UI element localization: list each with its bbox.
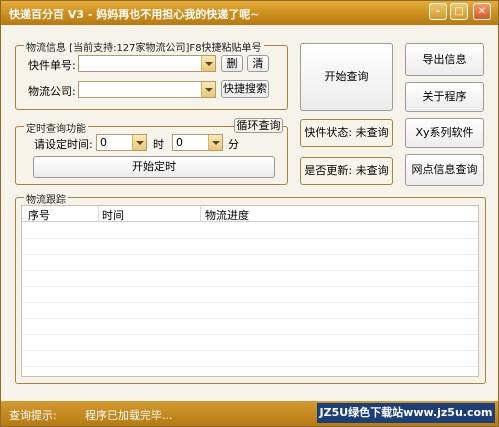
maximize-button[interactable]: □ <box>450 3 468 20</box>
express-status: 快件状态: 未查询 <box>300 119 393 147</box>
timer-group: 定时查询功能 循环查询 请设定时间: 0 时 0 分 开始定时 <box>15 118 288 185</box>
hour-unit-label: 时 <box>153 138 164 151</box>
chevron-down-icon[interactable] <box>201 56 215 71</box>
about-button[interactable]: 关于程序 <box>405 82 484 112</box>
status-bar: 查询提示: 程序已加载完毕... JZ5U绿色下载站www.jz5u.com <box>1 401 498 426</box>
grid-line <box>22 350 478 351</box>
company-combo[interactable] <box>78 81 216 98</box>
start-timer-button[interactable]: 开始定时 <box>33 156 275 178</box>
export-info-button[interactable]: 导出信息 <box>405 43 484 76</box>
minimize-button[interactable]: – <box>429 3 447 20</box>
tracking-group-legend: 物流跟踪 <box>24 191 68 206</box>
tracking-number-label: 快件单号: <box>28 59 76 72</box>
timer-group-legend: 定时查询功能 <box>24 120 88 135</box>
table-header: 序号 时间 物流进度 <box>22 206 478 222</box>
grid-line <box>22 366 478 367</box>
status-label: 查询提示: <box>9 409 57 422</box>
grid-line <box>22 270 478 271</box>
grid-line <box>22 254 478 255</box>
tracking-table[interactable]: 序号 时间 物流进度 <box>21 205 479 377</box>
info-group: 物流信息 [当前支持:127家物流公司]F8快捷粘贴单号 快件单号: 删 清 物… <box>15 39 288 110</box>
column-header-time[interactable]: 时间 <box>102 207 124 223</box>
minute-value: 0 <box>176 136 183 149</box>
outlet-query-button[interactable]: 网点信息查询 <box>405 154 484 186</box>
grid-line <box>22 286 478 287</box>
main-window: 快递百分百 V3 - 妈妈再也不用担心我的快递了呢~ – □ ✕ 物流信息 [当… <box>0 0 499 427</box>
grid-line <box>22 318 478 319</box>
site-watermark: JZ5U绿色下载站www.jz5u.com <box>317 403 495 423</box>
loop-query-button[interactable]: 循环查询 <box>234 118 283 133</box>
start-query-button[interactable]: 开始查询 <box>300 43 393 111</box>
clear-button[interactable]: 清 <box>247 55 269 72</box>
title-bar[interactable]: 快递百分百 V3 - 妈妈再也不用担心我的快递了呢~ – □ ✕ <box>1 1 498 25</box>
minute-combo[interactable]: 0 <box>172 134 223 151</box>
chevron-down-icon[interactable] <box>201 82 215 97</box>
chevron-down-icon[interactable] <box>208 135 222 150</box>
xy-series-button[interactable]: Xy系列软件 <box>405 118 484 148</box>
chevron-down-icon[interactable] <box>132 135 146 150</box>
grid-line <box>22 334 478 335</box>
minute-unit-label: 分 <box>228 138 239 151</box>
info-group-legend: 物流信息 [当前支持:127家物流公司]F8快捷粘贴单号 <box>24 39 264 54</box>
column-header-progress[interactable]: 物流进度 <box>205 207 249 223</box>
status-message: 程序已加载完毕... <box>85 409 173 422</box>
close-button[interactable]: ✕ <box>473 3 491 20</box>
window-title: 快递百分百 V3 - 妈妈再也不用担心我的快递了呢~ <box>9 8 260 21</box>
grid-line <box>22 302 478 303</box>
company-label: 物流公司: <box>28 85 76 98</box>
tracking-number-combo[interactable] <box>78 55 216 72</box>
update-status: 是否更新: 未查询 <box>300 157 393 185</box>
column-header-index[interactable]: 序号 <box>28 207 50 223</box>
hour-combo[interactable]: 0 <box>96 134 147 151</box>
quick-search-button[interactable]: 快捷搜索 <box>221 80 269 98</box>
column-divider[interactable] <box>200 206 201 221</box>
hour-value: 0 <box>100 136 107 149</box>
grid-line <box>22 238 478 239</box>
set-time-label: 请设定时间: <box>34 138 93 151</box>
delete-button[interactable]: 删 <box>221 55 243 72</box>
column-divider[interactable] <box>98 206 99 221</box>
